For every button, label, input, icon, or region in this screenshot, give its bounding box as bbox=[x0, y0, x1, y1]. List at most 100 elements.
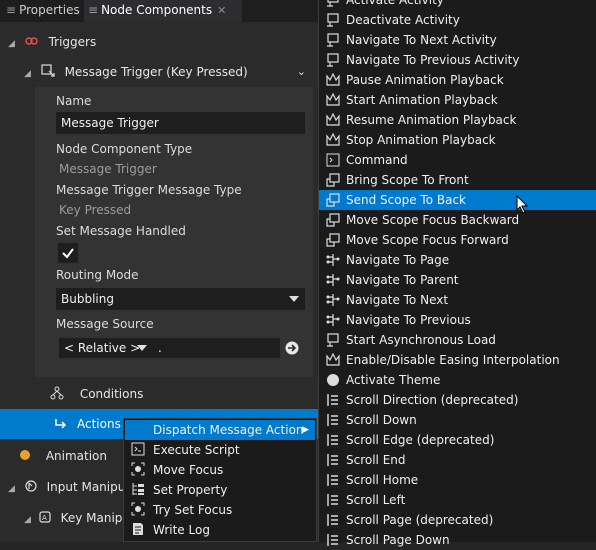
menu-item-set-property[interactable]: Set Property bbox=[125, 480, 315, 500]
tree-label: Actions bbox=[77, 417, 121, 431]
tree-label: Input Manipula bbox=[46, 480, 123, 494]
name-field[interactable]: Message Trigger bbox=[56, 112, 305, 134]
tree-item-animation[interactable]: Animation bbox=[20, 441, 120, 471]
menu-item-navigate-to-next-activity[interactable]: Navigate To Next Activity bbox=[319, 30, 596, 50]
chevron-down-icon[interactable]: ◢ bbox=[8, 484, 15, 494]
menu-item-enable-disable-easing-interpolation[interactable]: Enable/Disable Easing Interpolation bbox=[319, 350, 596, 370]
menu-item-execute-script[interactable]: Execute Script bbox=[125, 440, 315, 460]
routing-mode-value: Bubbling bbox=[61, 292, 114, 306]
chevron-down-icon[interactable]: ⌄ bbox=[297, 57, 306, 87]
tab-properties[interactable]: ≡ Properties bbox=[2, 0, 82, 22]
menu-item-label: Scroll Left bbox=[346, 493, 406, 507]
menu-item-label: Set Property bbox=[153, 483, 228, 497]
reset-icon[interactable] bbox=[284, 340, 300, 356]
message-type-label: Message Trigger Message Type bbox=[56, 183, 242, 197]
tree-label: Conditions bbox=[79, 387, 144, 401]
menu-item-label: Scroll Page (deprecated) bbox=[346, 513, 494, 527]
scope-icon bbox=[326, 173, 340, 187]
menu-item-scroll-down[interactable]: Scroll Down bbox=[319, 410, 596, 430]
menu-item-activate-theme[interactable]: Activate Theme bbox=[319, 370, 596, 390]
chevron-down-icon[interactable]: ◢ bbox=[24, 515, 31, 525]
menu-item-send-scope-to-back[interactable]: Send Scope To Back bbox=[319, 190, 596, 210]
menu-item-label: Scroll End bbox=[346, 453, 406, 467]
menu-item-scroll-home[interactable]: Scroll Home bbox=[319, 470, 596, 490]
menu-item-navigate-to-parent[interactable]: Navigate To Parent bbox=[319, 270, 596, 290]
menu-item-label: Execute Script bbox=[153, 443, 240, 457]
tab-bar: ≡ Properties ≡ Node Components ✕ bbox=[0, 0, 318, 22]
menu-item-command[interactable]: Command bbox=[319, 150, 596, 170]
tree-label: Key Manipu bbox=[60, 511, 123, 525]
chevron-down-icon[interactable]: ◢ bbox=[8, 39, 15, 49]
menu-item-start-asynchronous-load[interactable]: Start Asynchronous Load bbox=[319, 330, 596, 350]
menu-item-try-set-focus[interactable]: Try Set Focus bbox=[125, 500, 315, 520]
animation-icon bbox=[326, 73, 340, 87]
menu-item-deactivate-activity[interactable]: Deactivate Activity bbox=[319, 10, 596, 30]
message-source-path-field[interactable]: . bbox=[153, 338, 280, 358]
menu-item-activate-activity[interactable]: Activate Activity bbox=[319, 0, 596, 10]
scroll-icon bbox=[326, 453, 340, 467]
menu-item-scroll-left[interactable]: Scroll Left bbox=[319, 490, 596, 510]
message-icon bbox=[326, 333, 340, 347]
menu-item-label: Scroll Edge (deprecated) bbox=[346, 433, 495, 447]
navigation-icon bbox=[326, 273, 340, 287]
focus-icon bbox=[131, 502, 145, 516]
svg-text:A: A bbox=[42, 514, 47, 522]
animation-icon bbox=[326, 133, 340, 147]
tree-item-input-manipulation[interactable]: ◢ Input Manipula bbox=[8, 472, 123, 502]
tree-item-message-trigger[interactable]: ◢ Message Trigger (Key Pressed) ⌄ bbox=[24, 57, 314, 87]
menu-item-scroll-page-deprecated[interactable]: Scroll Page (deprecated) bbox=[319, 510, 596, 530]
scroll-icon bbox=[326, 533, 340, 547]
message-source-mode-value: < Relative > bbox=[64, 341, 141, 355]
menu-item-navigate-to-previous[interactable]: Navigate To Previous bbox=[319, 310, 596, 330]
animation-icon bbox=[20, 450, 30, 460]
checkmark-icon bbox=[62, 248, 74, 259]
scroll-icon bbox=[326, 513, 340, 527]
menu-item-label: Scroll Down bbox=[346, 413, 417, 427]
menu-item-move-scope-focus-forward[interactable]: Move Scope Focus Forward bbox=[319, 230, 596, 250]
menu-item-resume-animation-playback[interactable]: Resume Animation Playback bbox=[319, 110, 596, 130]
menu-item-stop-animation-playback[interactable]: Stop Animation Playback bbox=[319, 130, 596, 150]
menu-item-label: Navigate To Page bbox=[346, 253, 450, 267]
tree-item-conditions[interactable]: Conditions bbox=[50, 379, 310, 409]
conditions-icon bbox=[50, 386, 64, 400]
menu-item-scroll-edge-deprecated[interactable]: Scroll Edge (deprecated) bbox=[319, 430, 596, 450]
dropdown-arrow-icon bbox=[289, 296, 299, 302]
menu-item-move-scope-focus-backward[interactable]: Move Scope Focus Backward bbox=[319, 210, 596, 230]
tree-item-key-manipulation[interactable]: ◢ A Key Manipu bbox=[24, 503, 123, 533]
menu-item-navigate-to-previous-activity[interactable]: Navigate To Previous Activity bbox=[319, 50, 596, 70]
message-icon bbox=[326, 33, 340, 47]
close-icon[interactable]: ✕ bbox=[217, 4, 226, 17]
menu-item-navigate-to-next[interactable]: Navigate To Next bbox=[319, 290, 596, 310]
menu-item-label: Stop Animation Playback bbox=[346, 133, 496, 147]
chevron-down-icon[interactable]: ◢ bbox=[24, 69, 31, 79]
menu-item-dispatch-message-action[interactable]: Dispatch Message Action ▶ bbox=[125, 420, 315, 440]
menu-item-start-animation-playback[interactable]: Start Animation Playback bbox=[319, 90, 596, 110]
mouse-cursor-icon bbox=[516, 195, 530, 215]
menu-item-label: Resume Animation Playback bbox=[346, 113, 517, 127]
menu-item-scroll-page-down[interactable]: Scroll Page Down bbox=[319, 530, 596, 550]
menu-item-navigate-to-page[interactable]: Navigate To Page bbox=[319, 250, 596, 270]
menu-item-scroll-end[interactable]: Scroll End bbox=[319, 450, 596, 470]
menu-item-pause-animation-playback[interactable]: Pause Animation Playback bbox=[319, 70, 596, 90]
tree-label: Animation bbox=[45, 449, 108, 463]
tree-icon bbox=[131, 482, 145, 496]
pin-icon: ≡ bbox=[6, 3, 17, 17]
tree-item-triggers[interactable]: ◢ Triggers bbox=[8, 27, 308, 57]
menu-item-move-focus[interactable]: Move Focus bbox=[125, 460, 315, 480]
menu-item-label: Pause Animation Playback bbox=[346, 73, 504, 87]
navigation-icon bbox=[326, 253, 340, 267]
routing-mode-dropdown[interactable]: Bubbling bbox=[56, 288, 305, 310]
menu-item-label: Move Focus bbox=[153, 463, 224, 477]
focus-icon bbox=[131, 462, 145, 476]
menu-item-write-log[interactable]: Write Log bbox=[125, 520, 315, 540]
menu-item-label: Deactivate Activity bbox=[346, 13, 460, 27]
menu-item-label: Enable/Disable Easing Interpolation bbox=[346, 353, 560, 367]
message-source-mode-dropdown[interactable]: < Relative > bbox=[59, 338, 153, 358]
menu-item-scroll-direction-deprecated[interactable]: Scroll Direction (deprecated) bbox=[319, 390, 596, 410]
tab-node-components[interactable]: ≡ Node Components ✕ bbox=[84, 0, 242, 22]
add-action-context-menu: Dispatch Message Action ▶ Execute Script… bbox=[123, 418, 317, 542]
set-message-handled-checkbox[interactable] bbox=[58, 243, 78, 263]
tree-label: Triggers bbox=[48, 35, 97, 49]
menu-item-bring-scope-to-front[interactable]: Bring Scope To Front bbox=[319, 170, 596, 190]
scroll-icon bbox=[326, 413, 340, 427]
